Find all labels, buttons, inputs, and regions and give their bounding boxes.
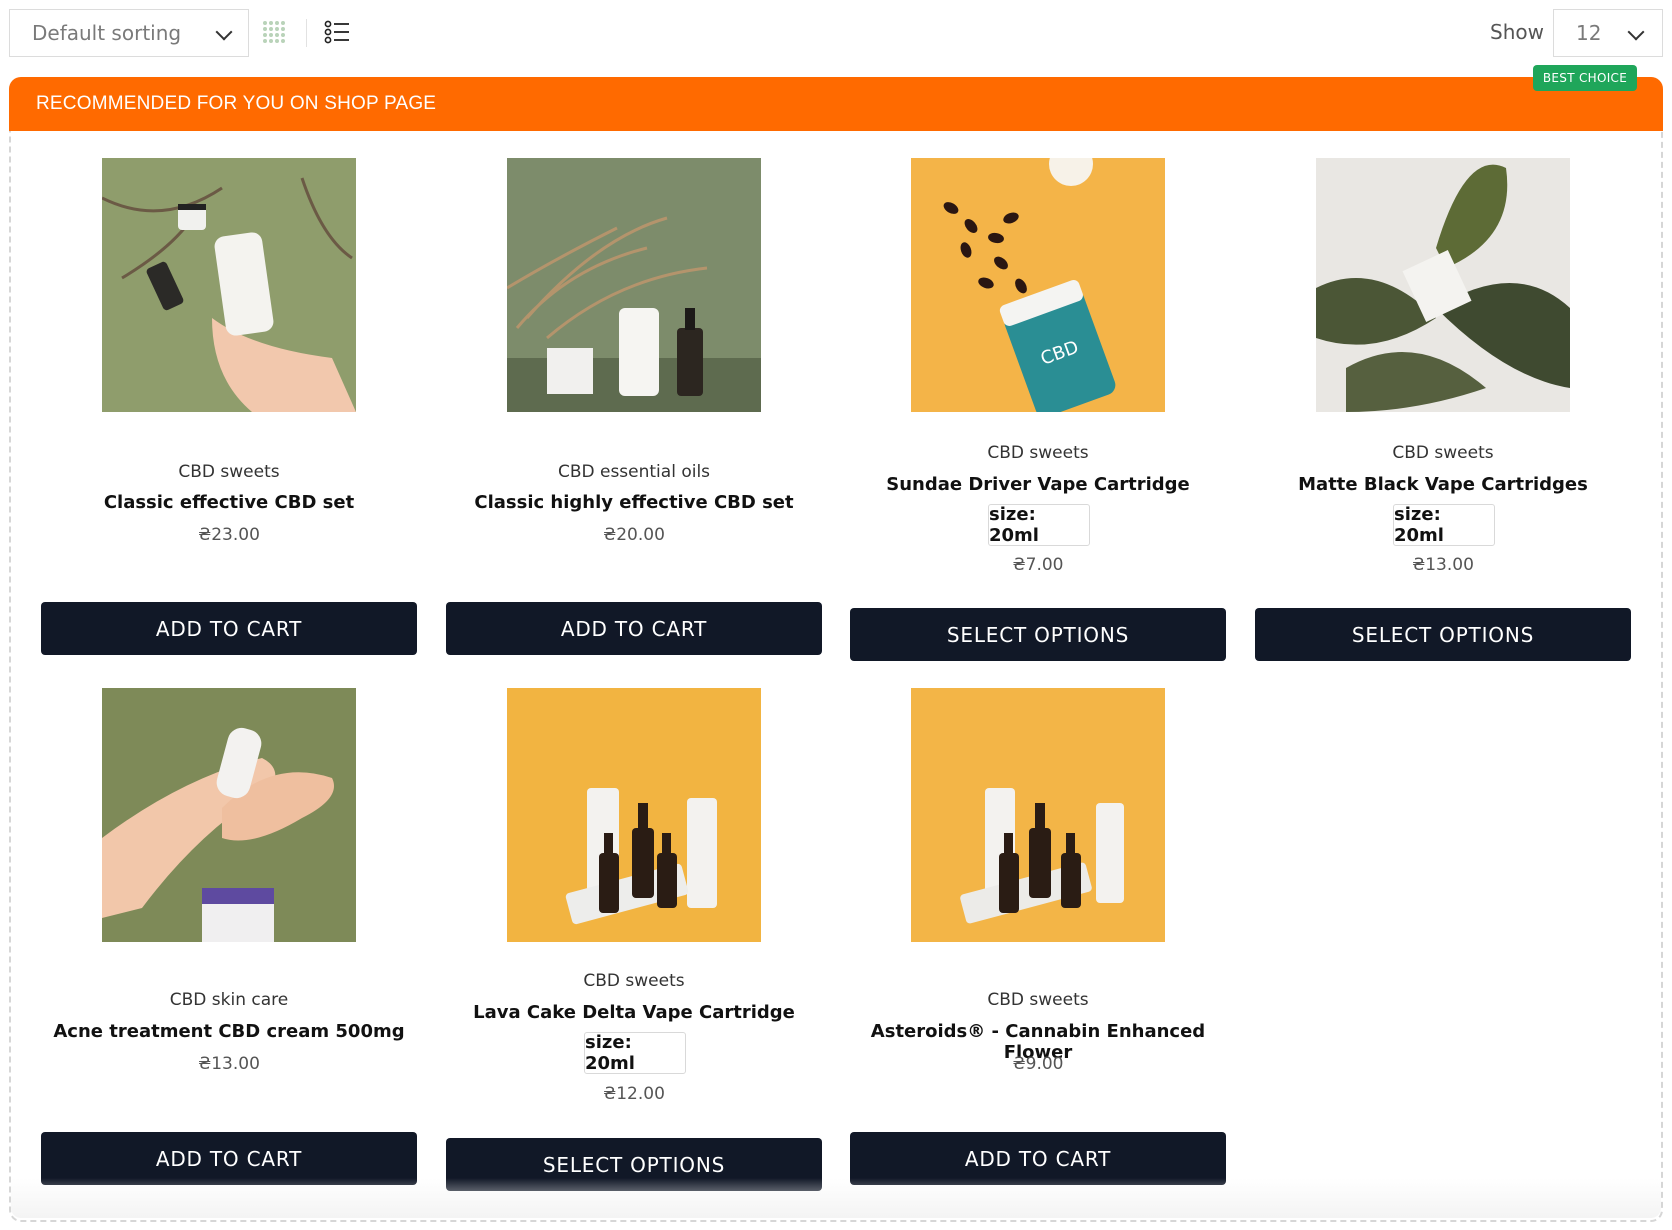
product-price: ₴7.00 [1012, 555, 1064, 575]
product-price: ₴20.00 [603, 525, 665, 545]
product-image[interactable] [1316, 158, 1570, 412]
per-page-value: 12 [1576, 21, 1602, 45]
product-price: ₴12.00 [603, 1084, 665, 1104]
grid-view-icon[interactable] [262, 20, 286, 44]
product-price: ₴13.00 [1412, 555, 1474, 575]
add-to-cart-button[interactable]: ADD TO CART [41, 602, 417, 655]
product-price: ₴23.00 [198, 525, 260, 545]
product-price: ₴13.00 [198, 1054, 260, 1074]
size-option-swatch[interactable]: size: 20ml [988, 504, 1090, 546]
sort-select-value: Default sorting [32, 21, 182, 45]
product-category: CBD skin care [169, 990, 289, 1010]
view-separator [306, 19, 307, 47]
product-title[interactable]: Acne treatment CBD cream 500mg [41, 1021, 417, 1042]
recommendation-header: RECOMMENDED FOR YOU ON SHOP PAGE [9, 77, 1663, 131]
panel-bottom-fade [11, 1178, 1661, 1218]
product-category: CBD sweets [178, 462, 280, 482]
per-page-select[interactable]: 12 [1553, 9, 1663, 57]
product-title[interactable]: Sundae Driver Vape Cartridge [850, 474, 1226, 495]
product-category: CBD sweets [987, 990, 1089, 1010]
chevron-down-icon [1627, 23, 1645, 41]
product-image[interactable] [911, 688, 1165, 942]
best-choice-badge: BEST CHOICE [1533, 65, 1637, 91]
product-category: CBD sweets [583, 971, 685, 991]
product-image[interactable] [507, 688, 761, 942]
product-title[interactable]: Classic effective CBD set [41, 492, 417, 513]
product-title[interactable]: Lava Cake Delta Vape Cartridge [446, 1002, 822, 1023]
show-label: Show [1490, 20, 1544, 44]
select-options-button[interactable]: SELECT OPTIONS [1255, 608, 1631, 661]
product-image[interactable] [507, 158, 761, 412]
product-image[interactable] [102, 158, 356, 412]
size-option-swatch[interactable]: size: 20ml [1393, 504, 1495, 546]
product-image[interactable]: CBD [911, 158, 1165, 412]
product-image[interactable] [102, 688, 356, 942]
recommendation-title: RECOMMENDED FOR YOU ON SHOP PAGE [36, 93, 437, 114]
chevron-down-icon [215, 23, 233, 41]
list-view-icon[interactable] [324, 19, 350, 45]
size-option-swatch[interactable]: size: 20ml [584, 1032, 686, 1074]
product-category: CBD essential oils [557, 462, 711, 482]
product-category: CBD sweets [987, 443, 1089, 463]
product-category: CBD sweets [1392, 443, 1494, 463]
product-title[interactable]: Classic highly effective CBD set [446, 492, 822, 513]
product-title[interactable]: Matte Black Vape Cartridges [1255, 474, 1631, 495]
select-options-button[interactable]: SELECT OPTIONS [850, 608, 1226, 661]
shop-toolbar: Default sorting Show 12 [0, 0, 1672, 72]
sort-select[interactable]: Default sorting [9, 9, 249, 57]
product-price: ₴9.00 [1012, 1054, 1064, 1074]
add-to-cart-button[interactable]: ADD TO CART [446, 602, 822, 655]
